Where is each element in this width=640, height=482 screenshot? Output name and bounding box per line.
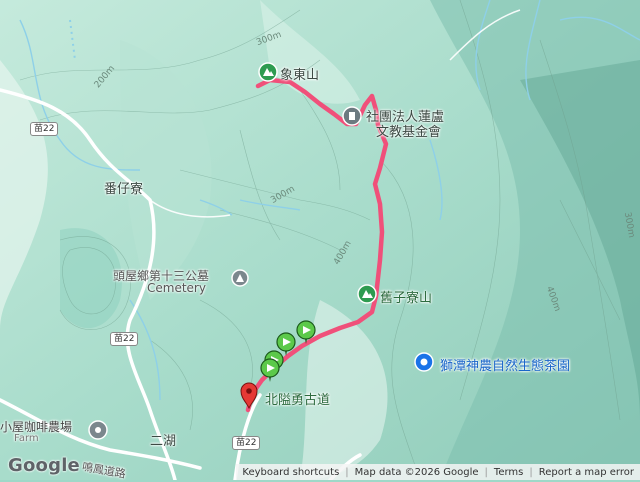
- jiuziliao-peak-label: 舊子寮山: [380, 291, 433, 306]
- road-shield: 苗22: [232, 436, 261, 450]
- village-label-erhu: 二湖: [150, 434, 177, 449]
- google-logo[interactable]: Google: [8, 455, 80, 476]
- attraction-marker-icon[interactable]: [414, 352, 434, 372]
- farm-marker-icon[interactable]: [88, 420, 108, 440]
- poi-marker-icon[interactable]: [342, 106, 362, 126]
- cemetery-label-en: Cemetery: [147, 281, 206, 295]
- foundation-label-line2: 文教基金會: [376, 125, 442, 140]
- peak-label: 象東山: [280, 68, 320, 83]
- keyboard-shortcuts-link[interactable]: Keyboard shortcuts: [236, 467, 345, 478]
- village-label: 番仔寮: [104, 182, 144, 197]
- road-shield: 苗22: [110, 332, 139, 346]
- trail-label: 北隘勇古道: [265, 393, 331, 408]
- peak-marker-icon[interactable]: [357, 284, 377, 304]
- map-footer: Keyboard shortcuts | Map data ©2026 Goog…: [236, 464, 640, 480]
- peak-marker-icon[interactable]: [258, 62, 278, 82]
- map-data-attribution: Map data ©2026 Google: [354, 466, 479, 478]
- tea-garden-label: 獅潭神農自然生態茶園: [440, 359, 571, 374]
- cemetery-icon[interactable]: [231, 269, 249, 287]
- road-shield: 苗22: [30, 122, 59, 136]
- farm-label-en: Farm: [14, 433, 39, 444]
- report-error-link[interactable]: Report a map error: [533, 467, 640, 478]
- terms-link[interactable]: Terms: [488, 467, 529, 478]
- terrain-map[interactable]: [0, 0, 640, 480]
